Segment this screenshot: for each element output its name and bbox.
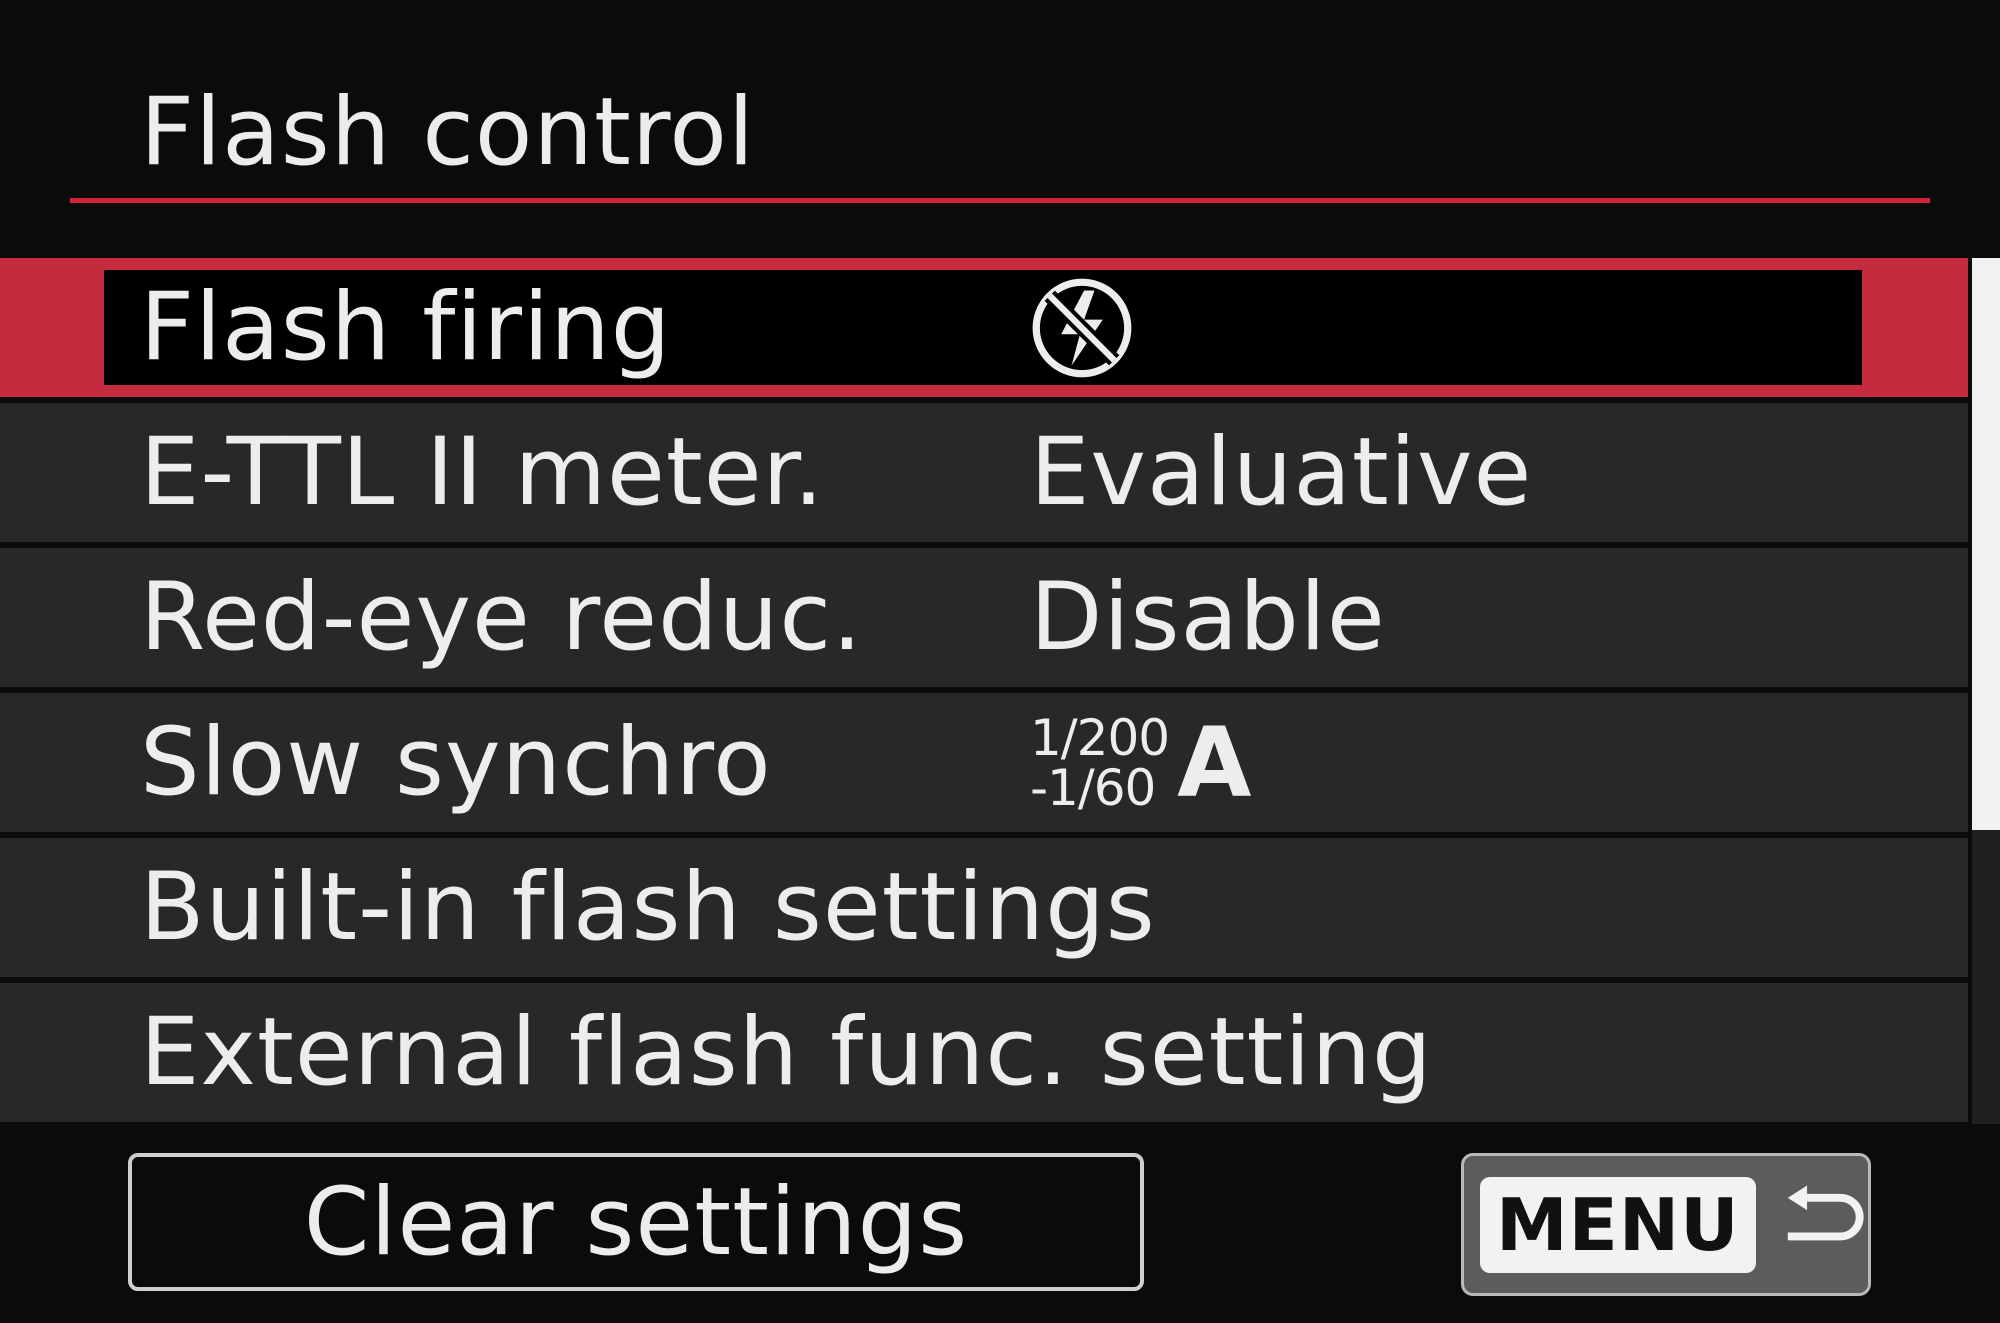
scrollbar[interactable] [1972, 258, 2000, 1124]
menu-item-label: Red-eye reduc. [140, 562, 863, 672]
menu-item-label: Slow synchro [140, 707, 772, 817]
menu-item-value [1030, 276, 1134, 380]
menu-item-builtin-flash[interactable]: Built-in flash settings [0, 838, 1968, 977]
sync-mode: A [1177, 706, 1253, 819]
menu-item-label: E-TTL II meter. [140, 417, 825, 527]
menu-list: Flash firing E-TTL II meter. Evaluative … [0, 258, 1968, 1128]
sync-speed-range: 1/200 -1/60 [1030, 708, 1170, 817]
menu-item-value: 1/200 -1/60 A [1030, 713, 1252, 813]
scrollbar-thumb[interactable] [1972, 258, 2000, 830]
menu-button-label: MENU [1480, 1176, 1756, 1273]
menu-item-red-eye[interactable]: Red-eye reduc. Disable [0, 548, 1968, 687]
menu-item-slow-synchro[interactable]: Slow synchro 1/200 -1/60 A [0, 693, 1968, 832]
flash-off-icon [1032, 278, 1132, 377]
menu-item-flash-firing[interactable]: Flash firing [0, 258, 1968, 397]
return-arrow-icon [1787, 1185, 1864, 1240]
menu-item-value: Evaluative [1030, 417, 1533, 527]
menu-item-label: External flash func. setting [140, 997, 1433, 1107]
page-title: Flash control [140, 78, 756, 187]
sync-speed-min: -1/60 [1030, 758, 1156, 817]
selection-highlight: Flash firing [104, 270, 1862, 385]
menu-item-external-flash[interactable]: External flash func. setting [0, 983, 1968, 1122]
menu-back-button[interactable]: MENU [1461, 1153, 1871, 1296]
clear-settings-button[interactable]: Clear settings [128, 1153, 1144, 1291]
menu-item-label: Flash firing [140, 272, 672, 382]
menu-item-label: Built-in flash settings [140, 852, 1156, 962]
menu-item-value: Disable [1030, 562, 1386, 672]
menu-item-ettl-meter[interactable]: E-TTL II meter. Evaluative [0, 403, 1968, 542]
sync-speed-max: 1/200 [1030, 708, 1170, 767]
title-divider [70, 198, 1930, 203]
